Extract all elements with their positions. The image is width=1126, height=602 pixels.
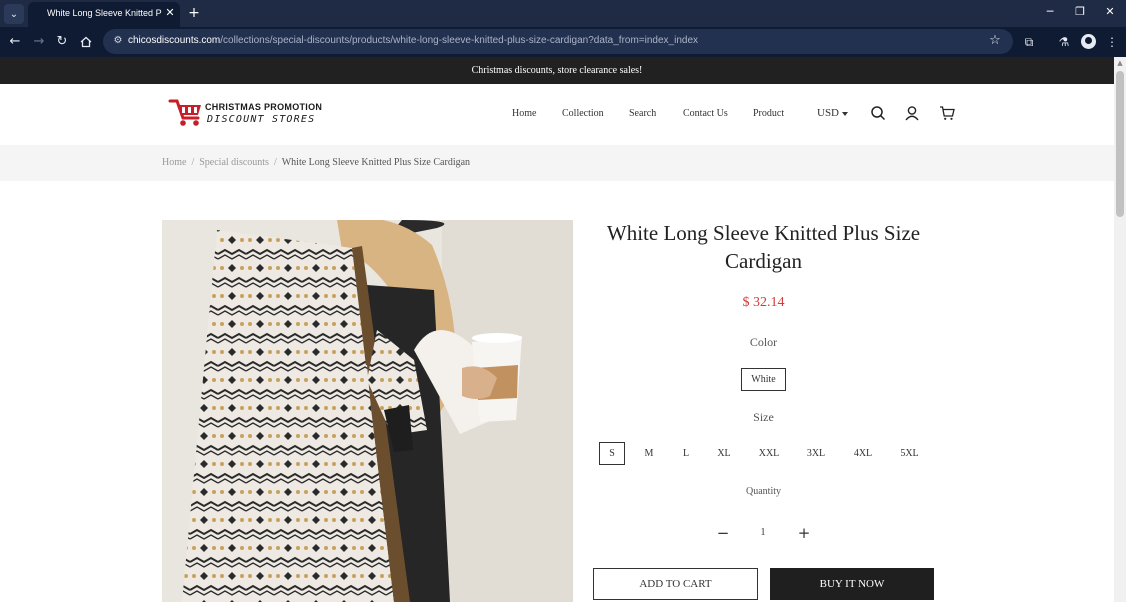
cart-icon[interactable]	[939, 105, 955, 121]
size-option-3xl[interactable]: 3XL	[800, 442, 832, 465]
brand-line-2: DISCOUNT STORES	[207, 114, 316, 125]
size-option-xxl[interactable]: XXL	[752, 442, 786, 465]
product-title: White Long Sleeve Knitted Plus Size Card…	[606, 221, 921, 273]
tab-title: White Long Sleeve Knitted Plus Size Card…	[47, 8, 162, 18]
breadcrumb-separator: /	[273, 157, 277, 168]
browser-tab-strip: ⌄ White Long Sleeve Knitted Plus Size Ca…	[0, 0, 1126, 27]
minimize-window-button[interactable]: ─	[1043, 5, 1057, 19]
size-option-m[interactable]: M	[636, 442, 662, 465]
size-option-5xl[interactable]: 5XL	[893, 442, 926, 465]
scrollbar-thumb[interactable]	[1116, 71, 1124, 217]
search-icon[interactable]	[870, 105, 886, 121]
tab-search-button[interactable]: ⌄	[4, 4, 24, 24]
browser-menu-icon[interactable]: ⋮	[1103, 33, 1121, 51]
home-icon	[80, 36, 92, 48]
breadcrumb-special-discounts[interactable]: Special discounts	[199, 157, 269, 168]
brand-line-1: CHRISTMAS PROMOTION	[205, 102, 323, 112]
product-photo	[162, 220, 573, 602]
nav-collection[interactable]: Collection	[562, 108, 604, 119]
close-window-button[interactable]: ✕	[1103, 5, 1117, 19]
page-viewport: Christmas discounts, store clearance sal…	[0, 57, 1126, 602]
back-button[interactable]: ←	[6, 33, 24, 51]
url-domain: chicosdiscounts.com	[128, 35, 221, 46]
home-button[interactable]	[77, 33, 95, 51]
page-scrollbar[interactable]: ▲	[1114, 57, 1126, 602]
size-option-s[interactable]: S	[599, 442, 625, 465]
size-label: Size	[753, 410, 774, 424]
labs-flask-icon[interactable]: ⚗	[1055, 33, 1073, 51]
forward-button[interactable]: →	[30, 33, 48, 51]
quantity-label: Quantity	[746, 486, 781, 497]
breadcrumb: Home / Special discounts / White Long Sleeve…	[162, 157, 470, 168]
url-text[interactable]: chicosdiscounts.com/collections/special-…	[128, 35, 698, 46]
nav-product[interactable]: Product	[753, 108, 784, 119]
announcement-bar: Christmas discounts, store clearance sal…	[0, 57, 1114, 84]
size-option-4xl[interactable]: 4XL	[847, 442, 879, 465]
nav-contact-us[interactable]: Contact Us	[683, 108, 728, 119]
size-option-xl[interactable]: XL	[710, 442, 738, 465]
breadcrumb-current: White Long Sleeve Knitted Plus Size Card…	[281, 157, 471, 168]
breadcrumb-bar: Home / Special discounts / White Long Sleeve…	[0, 145, 1114, 181]
buy-it-now-button[interactable]: BUY IT NOW	[770, 568, 934, 600]
url-path: /collections/special-discounts/products/…	[220, 35, 699, 46]
restore-window-button[interactable]: ❐	[1073, 5, 1087, 19]
currency-selector[interactable]: USD	[817, 107, 839, 119]
reload-button[interactable]: ↻	[53, 33, 71, 51]
address-bar[interactable]: ⚙ chicosdiscounts.com/collections/specia…	[103, 29, 1013, 54]
quantity-increase-button[interactable]: +	[797, 526, 811, 541]
new-tab-button[interactable]: +	[186, 4, 202, 22]
chevron-down-icon	[842, 112, 848, 116]
site-info-icon[interactable]: ⚙	[111, 34, 125, 48]
size-option-l[interactable]: L	[673, 442, 699, 465]
browser-toolbar: ← → ↻ ⚙ chicosdiscounts.com/collections/…	[0, 27, 1126, 57]
color-option-white[interactable]: White	[741, 368, 786, 391]
quantity-decrease-button[interactable]: −	[716, 526, 730, 541]
profile-avatar-icon[interactable]	[1081, 34, 1096, 49]
color-label: Color	[749, 335, 778, 349]
scroll-up-arrow-icon[interactable]: ▲	[1116, 59, 1124, 67]
tab-close-icon[interactable]: ✕	[163, 6, 177, 20]
browser-tab[interactable]: White Long Sleeve Knitted Plus Size Card…	[28, 2, 180, 27]
product-image[interactable]	[162, 220, 573, 602]
breadcrumb-home[interactable]: Home	[162, 157, 186, 168]
bookmark-star-icon[interactable]: ☆	[987, 33, 1003, 49]
extensions-icon[interactable]: ⧉	[1020, 33, 1038, 51]
add-to-cart-button[interactable]: ADD TO CART	[593, 568, 758, 600]
breadcrumb-separator: /	[191, 157, 195, 168]
quantity-value[interactable]: 1	[755, 527, 771, 538]
nav-home[interactable]: Home	[512, 108, 536, 119]
account-icon[interactable]	[904, 105, 920, 121]
site-header: CHRISTMAS PROMOTION DISCOUNT STORES Home…	[0, 84, 1114, 145]
product-price: $ 32.14	[742, 295, 785, 310]
nav-search[interactable]: Search	[629, 108, 656, 119]
